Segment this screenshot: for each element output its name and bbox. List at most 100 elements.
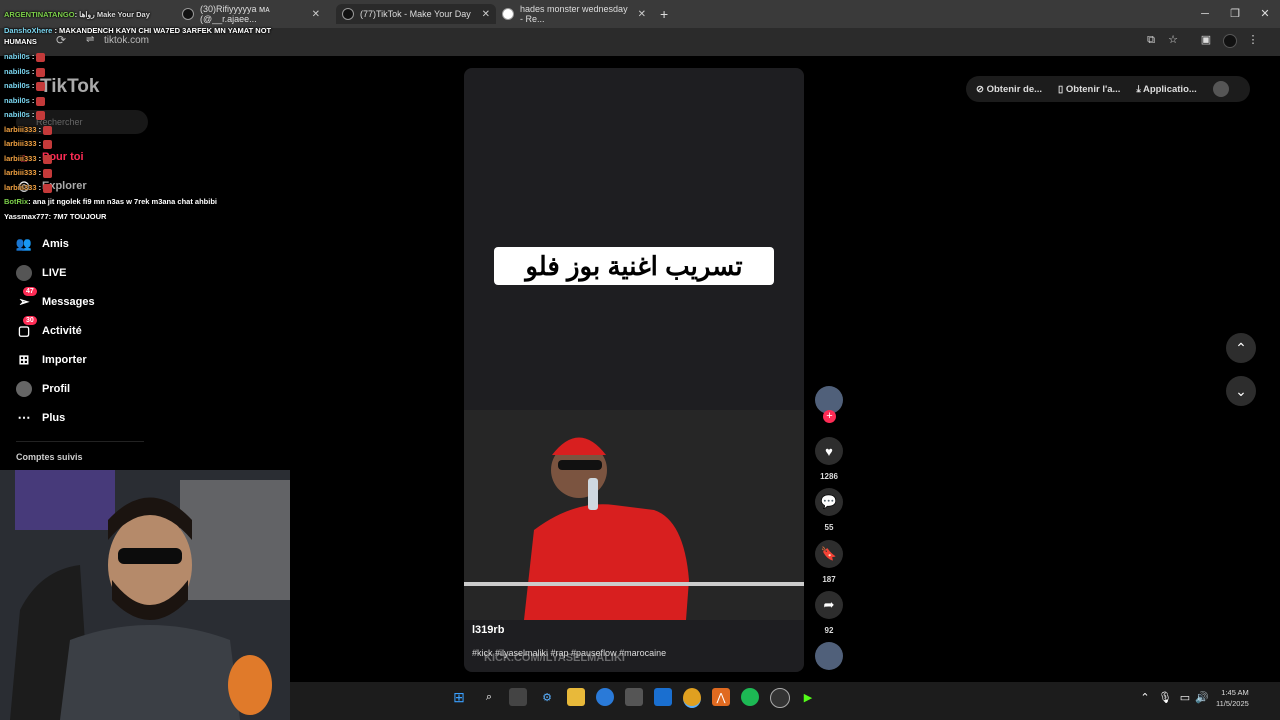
sidebar-item-live[interactable]: LIVE [16,262,66,284]
emote-icon [36,67,46,77]
close-tab-icon[interactable]: ✕ [482,9,490,20]
tab-label: hades monster wednesday - Re... [520,4,628,24]
sidebar-item-label: Messages [42,296,95,308]
sidebar-item-label: Profil [42,383,71,395]
edge-browser-icon[interactable] [596,688,614,706]
chat-line: nabil0s : [4,67,46,77]
save-count: 187 [822,575,836,584]
volume-icon[interactable]: 🔊 [1193,688,1211,706]
emote-icon [43,125,53,135]
emote-icon [36,96,46,106]
chrome-icon[interactable] [683,688,701,708]
bookmark-icon[interactable]: 🔖 [815,540,843,568]
chat-line: larbiii333 : [4,125,53,135]
chat-line: nabil0s : [4,110,46,120]
friends-icon: 👥 [15,236,33,251]
windows-start-icon[interactable]: ⊞ [450,688,468,706]
follow-plus-icon[interactable]: + [823,410,836,423]
install-app-icon[interactable]: ⧉ [1145,34,1157,46]
comment-icon[interactable]: 💬 [815,488,843,516]
video-author[interactable]: l319rb [472,624,504,636]
video-overlay-title: تسريب اغنية بوز فلو [494,247,774,285]
emote-icon [36,52,46,62]
paper-plane-icon: ➢ 47 [16,287,37,310]
emote-icon [43,168,53,178]
like-heart-icon[interactable]: ♥ [815,437,843,465]
sidebar-item-messages[interactable]: ➢ 47 Messages [16,287,95,313]
emote-icon [43,183,53,193]
video-frame [464,410,804,620]
spotify-icon[interactable] [741,688,759,706]
browser-tab[interactable]: hades monster wednesday - Re... ✕ [496,4,652,24]
tiktok-favicon-icon [342,8,354,20]
kick-icon[interactable]: ▶ [799,688,817,706]
minimize-icon[interactable]: ─ [1190,0,1220,28]
close-window-icon[interactable]: ✕ [1250,0,1280,28]
profile-avatar-icon[interactable] [1223,34,1237,48]
inbox-icon: ▢ 30 [16,316,37,339]
tab-label: (77)TikTok - Make Your Day [360,9,471,19]
close-tab-icon[interactable]: ✕ [312,9,320,20]
file-explorer-icon[interactable] [567,688,585,706]
tray-chevron-up-icon[interactable]: ⌃ [1136,688,1154,706]
sidebar-item-profile[interactable]: Profil [16,378,70,400]
system-clock[interactable]: 1:45 AM 11/5/2025 [1216,687,1249,709]
chat-line: larbiii333 : [4,154,53,164]
new-tab-button[interactable]: + [654,4,674,24]
sidebar-item-label: Amis [42,238,69,250]
sidebar-item-label: LIVE [42,267,67,279]
live-avatar-icon [16,265,32,281]
music-disc-icon[interactable] [815,642,843,670]
sidebar-item-more[interactable]: ⋯ Plus [16,407,66,429]
more-menu-icon[interactable]: ⋮ [1247,34,1259,46]
extensions-icon[interactable]: ▣ [1200,34,1212,46]
get-app-button[interactable]: ▯ Obtenir l'a... [1058,84,1120,95]
sidebar-item-label: Activité [42,325,82,337]
get-coins-button[interactable]: ⊘ Obtenir de... [976,84,1042,95]
share-count: 92 [824,626,834,635]
settings-gear-icon[interactable]: ⚙ [538,688,556,706]
chat-line: Yassmax777: 7M7 TOUJOUR [4,212,107,221]
webcam-overlay [0,470,290,720]
bookmark-star-icon[interactable]: ☆ [1167,34,1179,46]
sidebar-item-activity[interactable]: ▢ 30 Activité [16,316,82,342]
chat-line: DanshoXhere : MAKANDENCH KAYN CHI WA7ED … [4,26,272,46]
sidebar-divider [16,441,144,442]
store-icon[interactable] [625,688,643,706]
stream-watermark: KICK.COM/ILYASELMALIKI [484,652,625,664]
sidebar-item-upload[interactable]: ⊞ Importer [16,349,87,371]
mail-icon[interactable] [654,688,672,706]
stream-chat-overlay: ARGENTINATANGO: رواها Make Your Day Dans… [2,0,302,225]
network-icon[interactable]: ▭ [1176,688,1194,706]
obs-icon[interactable] [770,688,790,708]
chat-line: larbiii333 : [4,139,53,149]
next-video-button[interactable]: ⌄ [1226,376,1256,406]
app-icon[interactable]: ⋀ [712,688,730,706]
video-player[interactable]: تسريب اغنية بوز فلو [464,68,804,672]
microphone-icon[interactable]: 🎙 [1156,688,1174,706]
following-header: Comptes suivis [16,452,83,462]
sidebar-item-label: Plus [42,412,66,424]
chat-line: larbiii333 : [4,168,53,178]
clock-time: 1:45 AM [1221,688,1249,697]
user-avatar-icon[interactable] [1212,81,1229,97]
chat-line: nabil0s : [4,96,46,106]
streamer-figure [0,470,290,720]
window-controls: ─ ❐ ✕ [1190,0,1280,28]
previous-video-button[interactable]: ⌃ [1226,333,1256,363]
upload-plus-icon: ⊞ [18,352,30,367]
comment-count: 55 [824,523,834,532]
activity-badge: 30 [23,316,37,325]
top-actions-bar: ⊘ Obtenir de... ▯ Obtenir l'a... ⤓ Appli… [966,76,1250,102]
sidebar-item-friends[interactable]: 👥 Amis [16,233,69,255]
share-arrow-icon[interactable]: ➦ [815,591,843,619]
application-button[interactable]: ⤓ Applicatio... [1136,84,1196,95]
like-count: 1286 [820,472,838,481]
search-icon[interactable]: ⌕ [480,688,498,706]
ellipsis-icon: ⋯ [17,410,31,425]
sidebar-item-label: Importer [42,354,87,366]
browser-tab-active[interactable]: (77)TikTok - Make Your Day ✕ [336,4,496,24]
maximize-icon[interactable]: ❐ [1220,0,1250,28]
close-tab-icon[interactable]: ✕ [638,9,646,20]
task-view-icon[interactable] [509,688,527,706]
